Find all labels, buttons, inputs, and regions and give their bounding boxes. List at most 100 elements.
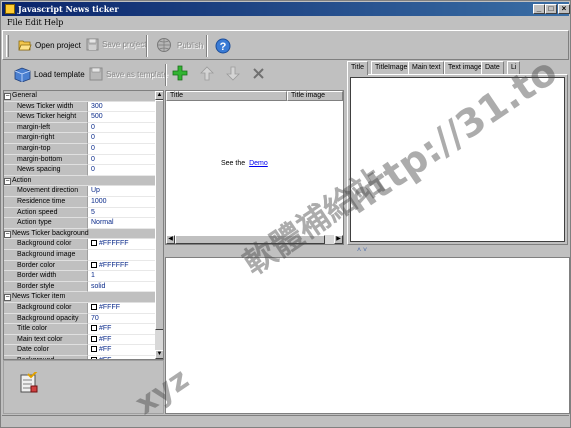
property-row[interactable]: Title color #FF [4,324,155,335]
color-swatch[interactable] [91,335,97,342]
demo-link[interactable]: Demo [249,160,268,167]
arrow-down-icon[interactable] [226,66,240,81]
color-swatch[interactable] [91,240,97,247]
tab-link[interactable]: Li [507,61,521,74]
tab-date[interactable]: Date [481,61,504,74]
scroll-right-button[interactable]: ▶ [334,235,343,244]
splitter-arrows[interactable]: ˄ ˅ [357,247,367,254]
save-project-button[interactable]: Save project [86,38,146,51]
property-value-text: Normal [91,219,114,227]
scroll-up-button[interactable]: ▲ [155,91,163,100]
property-value[interactable]: #FF [87,324,155,335]
property-value[interactable]: 0 [87,122,155,134]
splitter-bar[interactable]: ˄ ˅ [165,247,570,257]
property-row[interactable]: News Ticker width 300 [4,101,155,113]
title-bar[interactable]: Javascript News ticker _ □ × [2,2,570,16]
scroll-left-button[interactable]: ◀ [166,235,175,244]
property-value[interactable]: #FFFF [87,303,155,314]
color-swatch[interactable] [91,304,97,310]
collapse-icon[interactable]: − [4,230,11,238]
property-row[interactable]: Background opacity 70 [4,313,155,325]
property-row[interactable]: Background color #FFFF [4,303,155,314]
property-category[interactable]: − General [4,91,155,102]
property-name-text: margin-top [17,145,51,152]
property-value[interactable]: #FFFFFF [87,239,155,250]
property-value[interactable]: 0 [87,154,155,166]
property-value[interactable]: 70 [87,313,155,325]
tab-text-image[interactable]: Text image [444,61,486,74]
property-row[interactable]: margin-bottom 0 [4,154,155,166]
property-value[interactable]: solid [87,281,155,293]
property-row[interactable]: News Ticker height 500 [4,112,155,123]
text-editor[interactable] [350,77,565,242]
save-as-template-button[interactable]: Save as template [89,67,168,81]
scroll-down-button[interactable]: ▼ [155,350,163,359]
collapse-icon[interactable]: − [4,294,11,302]
property-row[interactable]: Movement direction Up [4,186,155,197]
property-row[interactable]: News spacing 0 [4,165,155,176]
property-grid-scrollbar[interactable]: ▲ ▼ [155,91,163,359]
tab-title[interactable]: Title [347,61,368,75]
property-name-text: Action type [17,219,52,227]
color-swatch[interactable] [91,261,97,268]
property-value[interactable]: 1 [87,271,155,282]
property-row[interactable]: margin-right 0 [4,133,155,144]
arrow-up-icon[interactable] [200,66,214,81]
property-value[interactable]: 0 [87,133,155,144]
maximize-button[interactable]: □ [545,4,557,14]
property-name: Background image [4,250,87,261]
property-value[interactable]: 0 [87,144,155,155]
toolbar-grip[interactable] [6,35,9,57]
property-name-text: News spacing [17,166,61,174]
help-button[interactable]: ? [215,38,231,54]
scroll-thumb[interactable] [155,100,163,330]
property-value[interactable]: Up [87,186,155,197]
tab-title-image[interactable]: TitleImage [371,61,412,74]
list-horizontal-scrollbar[interactable]: ◀ ▶ [166,235,343,244]
property-row[interactable]: margin-left 0 [4,122,155,134]
property-value[interactable]: #FF [87,334,155,346]
property-row[interactable]: Border style solid [4,281,155,293]
property-row[interactable]: Action speed 5 [4,207,155,219]
property-row[interactable]: Action type Normal [4,218,155,229]
load-template-button[interactable]: Load template [14,67,85,82]
open-project-button[interactable]: Open project [18,38,81,52]
column-header-title[interactable]: Title [166,91,287,101]
collapse-icon[interactable]: − [4,177,11,185]
property-row[interactable]: Border color #FFFFFF [4,260,155,272]
property-category[interactable]: − News Ticker background [4,228,155,240]
property-value[interactable]: 0 [87,165,155,176]
close-button[interactable]: × [558,4,570,14]
publish-button[interactable]: Publish [156,37,203,53]
property-row[interactable]: Residence time 1000 [4,197,155,208]
color-swatch[interactable] [91,325,97,332]
minimize-button[interactable]: _ [533,4,545,14]
tab-main-text[interactable]: Main text [408,61,445,74]
plus-icon[interactable] [172,65,188,81]
menu-help[interactable]: Help [44,18,63,27]
column-header-title-image[interactable]: Title image [287,91,343,101]
property-row[interactable]: Date color #FF [4,345,155,356]
property-row[interactable]: Main text color #FF [4,334,155,346]
menu-edit[interactable]: Edit [25,18,42,27]
color-swatch[interactable] [91,346,97,353]
property-value[interactable] [87,250,155,261]
property-row[interactable]: Background image [4,250,155,261]
property-value[interactable]: 500 [87,112,155,123]
property-name-text: General [12,92,37,99]
property-row[interactable]: Background color #FFFFFF [4,239,155,250]
menu-file[interactable]: File [7,18,22,27]
property-value[interactable]: 5 [87,207,155,219]
collapse-icon[interactable]: − [4,93,11,100]
property-value[interactable]: Normal [87,218,155,229]
scroll-thumb[interactable] [175,235,325,244]
property-row[interactable]: Border width 1 [4,271,155,282]
property-value[interactable]: #FF [87,345,155,356]
property-value[interactable]: #FFFFFF [87,260,155,272]
x-icon[interactable] [252,67,265,80]
property-category[interactable]: − News Ticker item [4,292,155,303]
property-category[interactable]: − Action [4,175,155,187]
property-value[interactable]: 1000 [87,197,155,208]
property-value[interactable]: 300 [87,101,155,113]
property-row[interactable]: margin-top 0 [4,144,155,155]
